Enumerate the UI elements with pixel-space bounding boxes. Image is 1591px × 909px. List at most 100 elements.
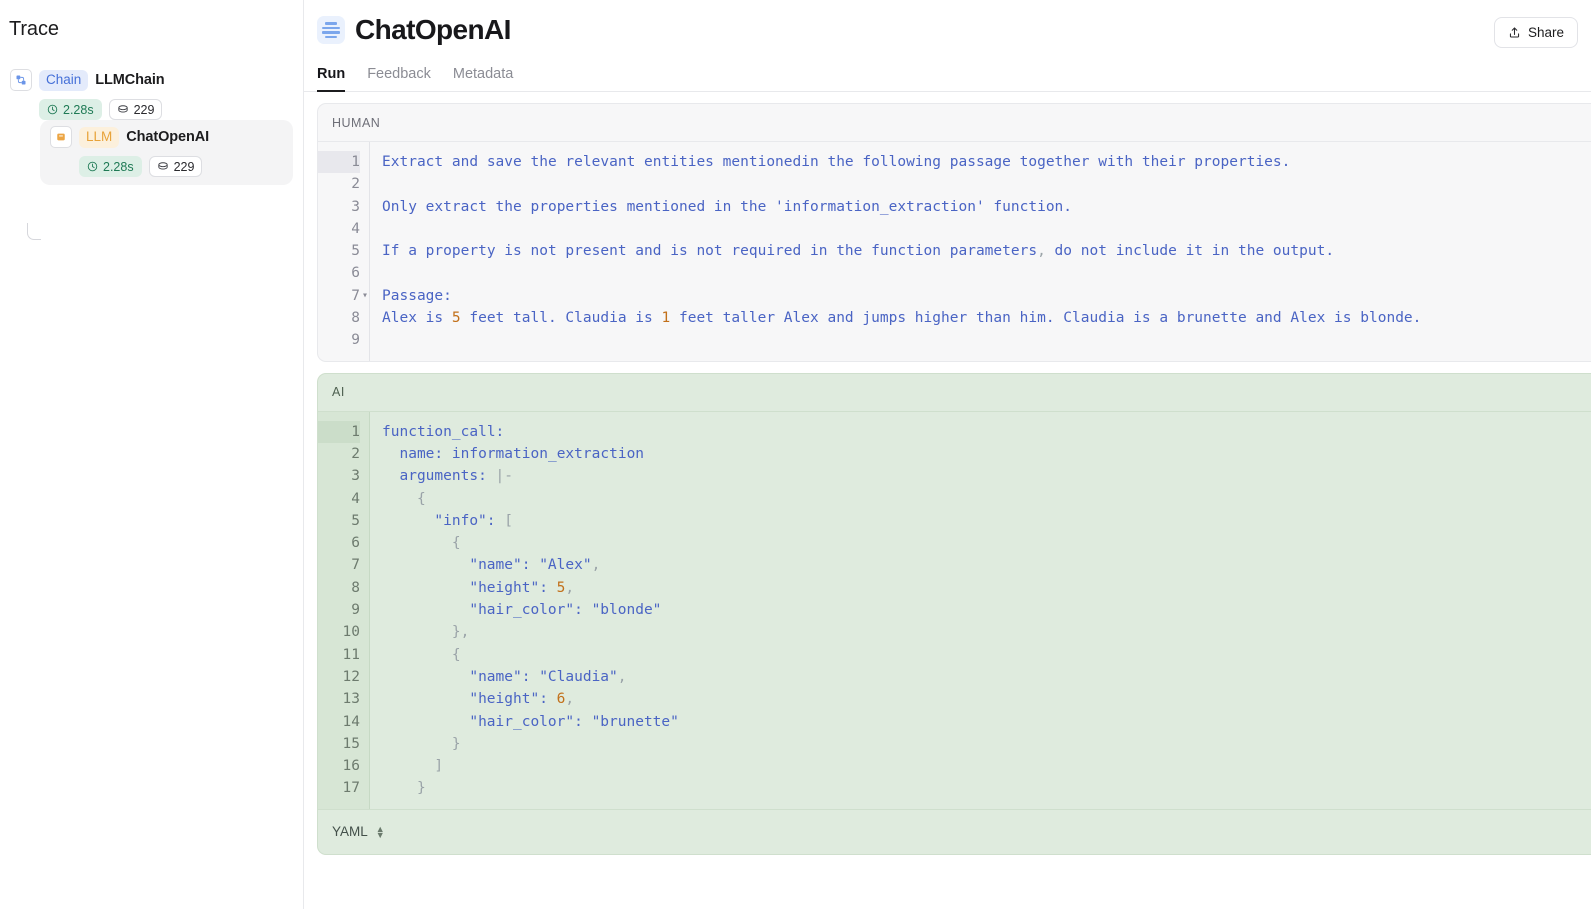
- share-button-label: Share: [1528, 25, 1564, 40]
- tab-feedback[interactable]: Feedback: [367, 66, 431, 91]
- code-line: [382, 329, 1591, 351]
- latency-badge: 2.28s: [79, 156, 142, 177]
- code-line: name: information_extraction: [382, 443, 1591, 465]
- line-number: 6: [318, 532, 360, 554]
- line-number: 8: [318, 307, 360, 329]
- line-number: 2: [318, 173, 360, 195]
- line-number: 4: [318, 218, 360, 240]
- code-line: [382, 262, 1591, 284]
- code-line: {: [382, 644, 1591, 666]
- code-line: "name": "Claudia",: [382, 666, 1591, 688]
- code-line: function_call:: [382, 421, 1591, 443]
- line-number: 15: [318, 733, 360, 755]
- code-line: arguments: |-: [382, 465, 1591, 487]
- code-line: "hair_color": "brunette": [382, 711, 1591, 733]
- node-type-badge-llm: LLM: [79, 127, 119, 148]
- code-line: Extract and save the relevant entities m…: [382, 151, 1591, 173]
- tree-connector-line: [27, 223, 41, 240]
- line-number: 3: [318, 465, 360, 487]
- line-number: 10: [318, 621, 360, 643]
- main-header: ChatOpenAI Share Run Feedback Metadata: [304, 0, 1591, 92]
- code-line: [382, 218, 1591, 240]
- code-line: }: [382, 777, 1591, 799]
- tree-node-llmchain[interactable]: Chain LLMChain 2.28s: [0, 63, 303, 193]
- line-number: 9: [318, 599, 360, 621]
- code-line: ]: [382, 755, 1591, 777]
- line-number: 1: [317, 151, 360, 173]
- chevron-updown-icon: ▲▼: [376, 826, 385, 838]
- node-badges: 2.28s 229: [39, 99, 293, 120]
- chain-icon: [10, 69, 32, 91]
- format-select-yaml[interactable]: YAML ▲▼: [332, 824, 385, 839]
- line-number: 14: [318, 711, 360, 733]
- line-number: 17: [318, 777, 360, 799]
- node-name-chatopenai: ChatOpenAI: [126, 129, 209, 145]
- code-line: {: [382, 488, 1591, 510]
- node-badges: 2.28s 229: [79, 156, 283, 177]
- latency-badge: 2.28s: [39, 99, 102, 120]
- share-button[interactable]: Share: [1494, 17, 1578, 48]
- llm-icon: [50, 126, 72, 148]
- trace-sidebar: Trace Chain LLMChain: [0, 0, 304, 909]
- line-number: 2: [318, 443, 360, 465]
- code-line: Passage:: [382, 285, 1591, 307]
- tab-metadata[interactable]: Metadata: [453, 66, 513, 91]
- tree-node-row: LLM ChatOpenAI: [50, 124, 283, 150]
- run-detail-main: ChatOpenAI Share Run Feedback Metadata H…: [304, 0, 1591, 909]
- line-number: 7▾: [318, 285, 360, 307]
- node-type-badge-chain: Chain: [39, 70, 88, 91]
- code-line: Only extract the properties mentioned in…: [382, 196, 1591, 218]
- line-number: 12: [318, 666, 360, 688]
- line-number: 7: [318, 554, 360, 576]
- code-line: If a property is not present and is not …: [382, 240, 1591, 262]
- message-panels: HUMAN 1234567▾89 Extract and save the re…: [304, 92, 1591, 855]
- tokens-coin-icon: [117, 104, 129, 115]
- clock-icon: [47, 104, 58, 115]
- message-panel-human: HUMAN 1234567▾89 Extract and save the re…: [317, 103, 1591, 362]
- line-number: 16: [318, 755, 360, 777]
- line-number: 11: [318, 644, 360, 666]
- line-number: 5: [318, 510, 360, 532]
- line-number: 9: [318, 329, 360, 351]
- line-number: 6: [318, 262, 360, 284]
- code-content-ai[interactable]: function_call: name: information_extract…: [370, 412, 1591, 809]
- tree-node-chatopenai[interactable]: LLM ChatOpenAI 2.28s: [40, 120, 293, 185]
- document-lines-icon: [317, 16, 345, 44]
- tokens-badge: 229: [109, 99, 163, 120]
- code-fold-chevron-icon[interactable]: ▾: [360, 285, 368, 307]
- line-number: 8: [318, 577, 360, 599]
- message-role-ai: AI: [318, 374, 1591, 412]
- code-line: "height": 6,: [382, 688, 1591, 710]
- line-number-gutter: 1234567891011121314151617: [318, 412, 370, 809]
- tokens-badge: 229: [149, 156, 203, 177]
- app-root: Trace Chain LLMChain: [0, 0, 1591, 909]
- trace-tree: Chain LLMChain 2.28s: [0, 63, 303, 193]
- tokens-coin-icon: [157, 161, 169, 172]
- message-panel-ai: AI 1234567891011121314151617 function_ca…: [317, 373, 1591, 855]
- code-line: }: [382, 733, 1591, 755]
- line-number: 13: [318, 688, 360, 710]
- line-number: 1: [317, 421, 360, 443]
- line-number: 4: [318, 488, 360, 510]
- title-row: ChatOpenAI: [304, 14, 1591, 46]
- code-line: "height": 5,: [382, 577, 1591, 599]
- code-content-human[interactable]: Extract and save the relevant entities m…: [370, 142, 1591, 361]
- code-line: },: [382, 621, 1591, 643]
- latency-value: 2.28s: [103, 160, 134, 174]
- latency-value: 2.28s: [63, 103, 94, 117]
- code-line: "hair_color": "blonde": [382, 599, 1591, 621]
- page-title: ChatOpenAI: [355, 14, 511, 46]
- code-block-human[interactable]: 1234567▾89 Extract and save the relevant…: [318, 142, 1591, 361]
- tree-node-row: Chain LLMChain: [10, 67, 293, 93]
- code-line: Alex is 5 feet tall. Claudia is 1 feet t…: [382, 307, 1591, 329]
- code-line: {: [382, 532, 1591, 554]
- code-line: [382, 173, 1591, 195]
- clock-icon: [87, 161, 98, 172]
- tokens-value: 229: [134, 103, 155, 117]
- message-role-human: HUMAN: [318, 104, 1591, 142]
- tokens-value: 229: [174, 160, 195, 174]
- tree-children: LLM ChatOpenAI 2.28s: [40, 120, 293, 185]
- trace-panel-title: Trace: [0, 0, 303, 41]
- code-block-ai[interactable]: 1234567891011121314151617 function_call:…: [318, 412, 1591, 809]
- tab-run[interactable]: Run: [317, 66, 345, 91]
